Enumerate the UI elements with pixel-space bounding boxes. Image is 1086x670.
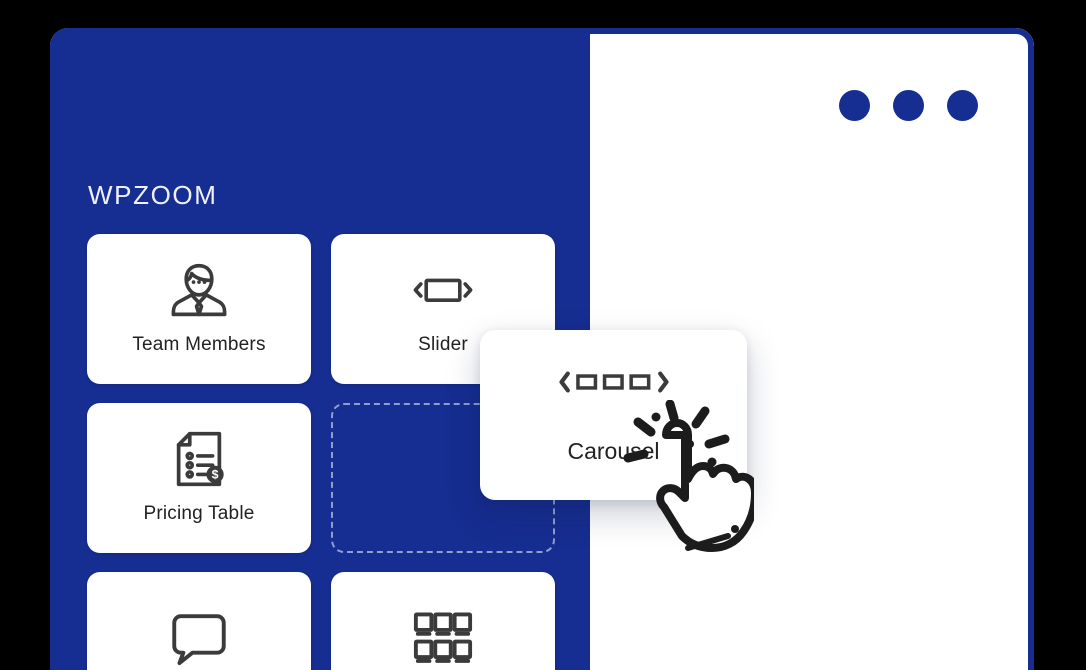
svg-text:$: $ bbox=[212, 468, 219, 482]
portfolio-grid-icon bbox=[412, 611, 474, 667]
block-card-pricing-table[interactable]: $ Pricing Table bbox=[87, 403, 311, 553]
block-card-label: Pricing Table bbox=[143, 503, 255, 524]
carousel-icon bbox=[558, 365, 670, 404]
testimonial-icon bbox=[169, 611, 229, 667]
screenshot-stage: WPZOOM Team Members Slider $ Pricing Tab… bbox=[0, 0, 1086, 670]
block-card-label: Slider bbox=[418, 334, 468, 355]
slider-icon bbox=[410, 262, 476, 318]
dragged-block-label: Carousel bbox=[567, 438, 660, 464]
block-card-portfolio[interactable] bbox=[331, 572, 555, 670]
block-card-team-members[interactable]: Team Members bbox=[87, 234, 311, 384]
pricing-table-icon: $ bbox=[172, 431, 226, 487]
block-card-testimonial[interactable] bbox=[87, 572, 311, 670]
blocks-sidebar: WPZOOM Team Members Slider $ Pricing Tab… bbox=[50, 28, 747, 670]
window-dot-3[interactable] bbox=[947, 90, 978, 121]
dragged-block-card-carousel[interactable]: Carousel bbox=[480, 330, 747, 500]
block-card-label: Team Members bbox=[132, 334, 266, 355]
window-dots bbox=[839, 90, 978, 121]
brand-logo: WPZOOM bbox=[88, 180, 218, 210]
window-dot-2[interactable] bbox=[893, 90, 924, 121]
team-members-icon bbox=[168, 262, 230, 318]
app-window: WPZOOM Team Members Slider $ Pricing Tab… bbox=[50, 28, 1034, 670]
window-dot-1[interactable] bbox=[839, 90, 870, 121]
